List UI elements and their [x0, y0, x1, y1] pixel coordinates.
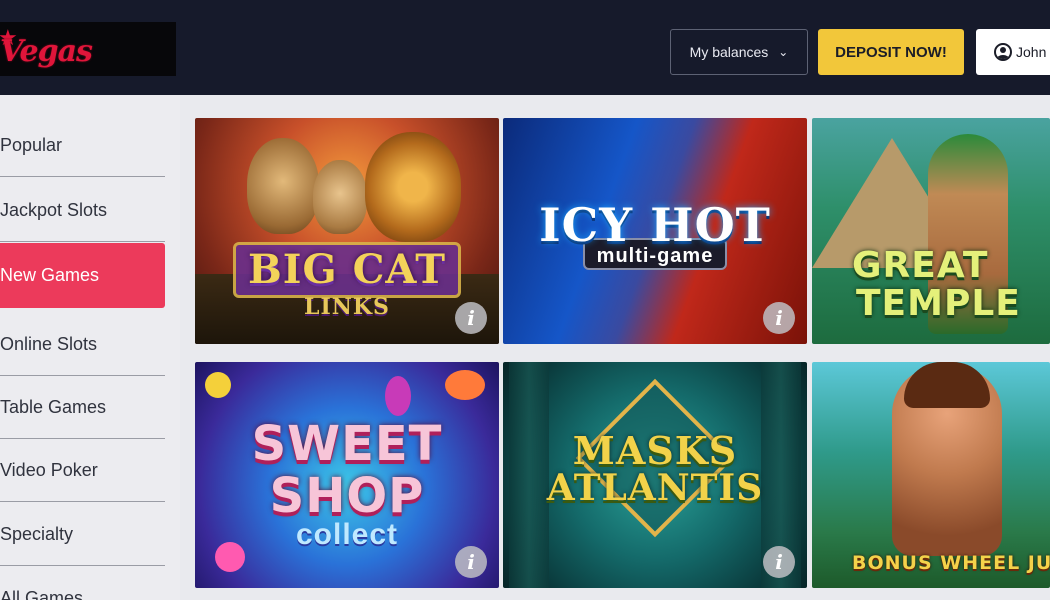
lion-art [365, 132, 461, 242]
game-subtitle: multi-game [596, 245, 714, 267]
sidebar-item-jackpot-slots[interactable]: Jackpot Slots [0, 180, 165, 242]
hero-hair-art [904, 362, 990, 408]
sidebar-item-online-slots[interactable]: Online Slots [0, 314, 165, 376]
user-name: John [1016, 44, 1047, 60]
game-subtitle: ATLANTIS [546, 467, 764, 509]
game-title: BONUS WHEEL JUNGLE [852, 552, 1050, 574]
sidebar-item-all-games[interactable]: All Games [0, 567, 165, 600]
info-icon[interactable]: i [455, 302, 487, 334]
deposit-now-button[interactable]: DEPOSIT NOW! [818, 29, 964, 75]
game-tile-sweet-shop[interactable]: SWEET SHOP collect i [195, 362, 499, 588]
candy-art [445, 370, 485, 400]
sidebar-item-label: Popular [0, 135, 63, 155]
game-title: GREAT [852, 245, 989, 286]
lioness-art [247, 138, 319, 234]
info-icon[interactable]: i [455, 546, 487, 578]
game-title: MASKS [572, 428, 738, 473]
user-account-button[interactable]: John [976, 29, 1050, 75]
sidebar-item-specialty[interactable]: Specialty [0, 504, 165, 566]
info-icon[interactable]: i [763, 546, 795, 578]
site-logo[interactable]: ★ Vegas [0, 22, 176, 76]
candy-art [385, 376, 411, 416]
info-icon[interactable]: i [763, 302, 795, 334]
sidebar-item-table-games[interactable]: Table Games [0, 377, 165, 439]
game-tile-big-cat-links[interactable]: BIG CAT LINKS i [195, 118, 499, 344]
sidebar-item-label: Video Poker [0, 460, 98, 480]
sidebar-item-label: Jackpot Slots [0, 200, 108, 220]
game-tile-masks-of-atlantis[interactable]: MASKS ATLANTIS i [503, 362, 807, 588]
sidebar-item-label: All Games [0, 587, 84, 600]
game-subtitle: TEMPLE [856, 283, 1021, 324]
my-balances-label: My balances [689, 44, 769, 60]
deposit-now-label: DEPOSIT NOW! [835, 43, 947, 61]
sidebar-item-label: Table Games [0, 397, 107, 417]
game-title: BIG CAT [247, 246, 447, 293]
game-title: ICY HOT [539, 198, 771, 252]
top-header: ★ Vegas My balances ⌄ DEPOSIT NOW! John [0, 0, 1050, 95]
game-tile-bonus-wheel-jungle[interactable]: BONUS WHEEL JUNGLE [812, 362, 1050, 588]
game-subtitle: LINKS [304, 294, 390, 320]
my-balances-button[interactable]: My balances ⌄ [670, 29, 808, 75]
cub-art [313, 160, 367, 234]
game-tile-great-temple[interactable]: GREAT TEMPLE [812, 118, 1050, 344]
sidebar-item-label: Online Slots [0, 334, 98, 354]
sidebar-item-new-games[interactable]: New Games [0, 243, 165, 308]
chevron-down-icon: ⌄ [778, 45, 789, 59]
game-tile-icy-hot[interactable]: ICY HOT multi-game i [503, 118, 807, 344]
category-sidebar: Popular Jackpot Slots New Games Online S… [0, 95, 180, 600]
sidebar-item-label: New Games [0, 265, 100, 285]
user-icon [994, 43, 1012, 61]
game-title-line2: SHOP [269, 468, 425, 524]
sidebar-item-video-poker[interactable]: Video Poker [0, 440, 165, 502]
sidebar-item-label: Specialty [0, 524, 74, 544]
game-title: SWEET [251, 416, 443, 472]
logo-text: Vegas [0, 34, 93, 69]
sidebar-item-popular[interactable]: Popular [0, 115, 165, 177]
game-subtitle: collect [295, 518, 399, 551]
star-candy-art [205, 372, 231, 398]
